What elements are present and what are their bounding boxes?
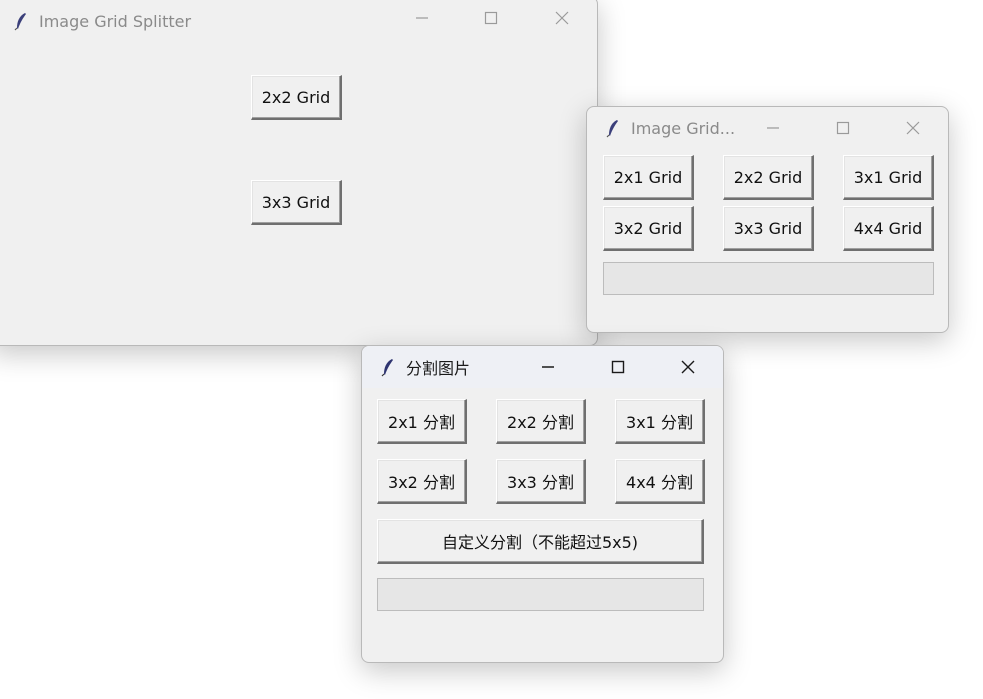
minimize-button[interactable] [758, 113, 788, 143]
window-title: Image Grid... [631, 118, 736, 138]
window-title: Image Grid Splitter [39, 11, 192, 31]
split-3x2-button[interactable]: 3x2 分割 [377, 459, 467, 504]
close-icon [555, 11, 569, 25]
maximize-icon [836, 121, 850, 135]
maximize-icon [484, 11, 498, 25]
minimize-button[interactable] [533, 352, 563, 382]
titlebar[interactable]: Image Grid... [587, 107, 948, 149]
feather-icon [606, 120, 618, 138]
feather-icon [381, 359, 393, 377]
titlebar[interactable]: 分割图片 [362, 346, 723, 388]
grid-3x3-button[interactable]: 3x3 Grid [723, 206, 814, 251]
custom-split-button[interactable]: 自定义分割（不能超过5x5) [377, 519, 704, 564]
close-button[interactable] [898, 113, 928, 143]
maximize-button[interactable] [828, 113, 858, 143]
grid-2x1-button[interactable]: 2x1 Grid [603, 155, 694, 200]
feather-icon [14, 13, 26, 31]
grid-3x1-button[interactable]: 3x1 Grid [843, 155, 934, 200]
minimize-icon [767, 127, 779, 129]
maximize-button[interactable] [476, 3, 506, 33]
grid-4x4-button[interactable]: 4x4 Grid [843, 206, 934, 251]
maximize-icon [611, 360, 625, 374]
progress-bar [603, 262, 934, 295]
minimize-icon [416, 17, 428, 19]
window-title: 分割图片 [406, 359, 471, 378]
window-image-grid-splitter: Image Grid Splitter 2x2 Grid 3x3 Grid [0, 0, 598, 346]
split-3x3-button[interactable]: 3x3 分割 [496, 459, 586, 504]
split-2x2-button[interactable]: 2x2 分割 [496, 399, 586, 444]
window-image-grid-small: Image Grid... 2x1 Grid 2x2 Grid 3x1 Grid… [586, 106, 949, 333]
titlebar[interactable]: Image Grid Splitter [0, 0, 597, 42]
grid-2x2-button[interactable]: 2x2 Grid [251, 75, 342, 120]
minimize-button[interactable] [407, 3, 437, 33]
split-2x1-button[interactable]: 2x1 分割 [377, 399, 467, 444]
maximize-button[interactable] [603, 352, 633, 382]
grid-3x3-button[interactable]: 3x3 Grid [251, 180, 342, 225]
close-button[interactable] [547, 3, 577, 33]
window-split-image: 分割图片 2x1 分割 2x2 分割 3x1 分割 3x2 分割 3x3 分割 … [361, 345, 724, 663]
split-3x1-button[interactable]: 3x1 分割 [615, 399, 705, 444]
progress-bar [377, 578, 704, 611]
grid-2x2-button[interactable]: 2x2 Grid [723, 155, 814, 200]
close-icon [906, 121, 920, 135]
close-button[interactable] [673, 352, 703, 382]
minimize-icon [542, 366, 554, 368]
split-4x4-button[interactable]: 4x4 分割 [615, 459, 705, 504]
close-icon [681, 360, 695, 374]
grid-3x2-button[interactable]: 3x2 Grid [603, 206, 694, 251]
